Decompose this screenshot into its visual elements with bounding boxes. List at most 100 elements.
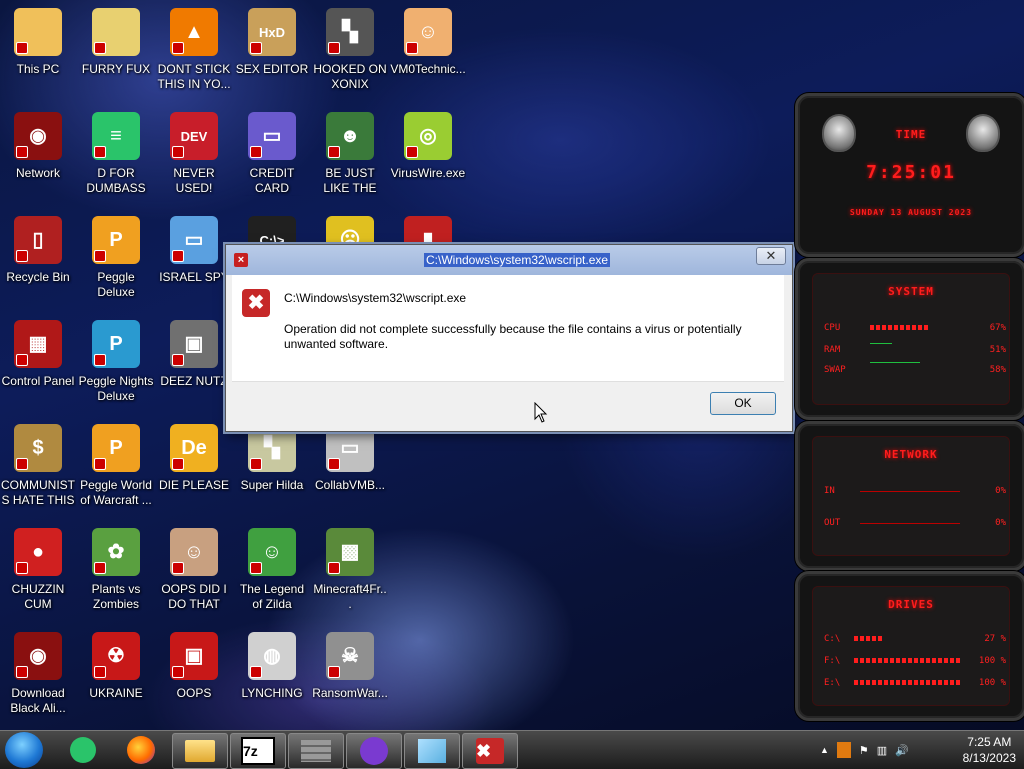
drive-e-value: 100 % xyxy=(978,678,1006,688)
shortcut-arrow-icon xyxy=(16,354,28,366)
taskbar-notepad2-icon[interactable] xyxy=(404,733,460,769)
drive-c-bar xyxy=(854,636,884,641)
desktop-icon[interactable]: ▚ HOOKED ON XONIX xyxy=(312,2,388,106)
desktop-icon[interactable]: ◉ Download Black Ali... xyxy=(0,626,76,730)
desktop-icon[interactable]: P Peggle Deluxe xyxy=(78,210,154,314)
desktop-icon[interactable]: ▯ Recycle Bin xyxy=(0,210,76,314)
app-icon: ▣ xyxy=(170,320,218,368)
tray-network-icon[interactable]: ▥ xyxy=(877,744,887,757)
desktop-icon-label: Peggle Deluxe xyxy=(97,270,135,299)
desktop-icon[interactable]: ● CHUZZIN CUM xyxy=(0,522,76,626)
shortcut-arrow-icon xyxy=(172,250,184,262)
shortcut-arrow-icon xyxy=(16,666,28,678)
drives-gadget[interactable]: DRIVES C:\ 27 % F:\ 100 % E:\ 100 % xyxy=(795,571,1024,721)
desktop-icon[interactable]: FURRY FUX xyxy=(78,2,154,106)
ram-value: 51% xyxy=(989,345,1006,355)
app-icon: ✿ xyxy=(92,528,140,576)
desktop-icon[interactable]: ▭ CREDIT CARD CHECKER xyxy=(234,106,310,210)
shortcut-arrow-icon xyxy=(172,354,184,366)
desktop-icon-label: SEX EDITOR xyxy=(235,62,309,76)
net-in-label: IN xyxy=(824,486,835,496)
desktop-icon[interactable]: P Peggle World of Warcraft ... xyxy=(78,418,154,522)
shortcut-arrow-icon xyxy=(16,146,28,158)
desktop-icon[interactable]: ▚ Super Hilda xyxy=(234,418,310,522)
taskbar-error-icon[interactable]: ✖ xyxy=(462,733,518,769)
desktop-icon[interactable]: ☺ OOPS DID I DO THAT xyxy=(156,522,232,626)
desktop-icon[interactable]: ✿ Plants vs Zombies xyxy=(78,522,154,626)
drive-c-value: 27 % xyxy=(984,634,1006,644)
app-icon: ▯ xyxy=(14,216,62,264)
desktop-icon[interactable]: P Peggle Nights Deluxe xyxy=(78,314,154,418)
desktop-icon[interactable]: ▩ Minecraft4Fr... xyxy=(312,522,388,626)
desktop-icon[interactable]: ☠ RansomWar... xyxy=(312,626,388,730)
desktop-icon[interactable]: ▣ DEEZ NUTZ xyxy=(156,314,232,418)
desktop-icon[interactable]: ◎ VirusWire.exe xyxy=(390,106,466,210)
taskbar-7zip-icon[interactable]: 7z xyxy=(230,733,286,769)
app-icon: ◍ xyxy=(248,632,296,680)
error-icon: ✖ xyxy=(242,289,270,317)
start-button[interactable] xyxy=(5,732,43,768)
taskbar-firefox-icon[interactable] xyxy=(114,733,168,767)
app-icon: ☢ xyxy=(92,632,140,680)
clock[interactable]: 7:25 AM 8/13/2023 xyxy=(963,734,1016,766)
desktop-icon[interactable]: ▣ OOPS xyxy=(156,626,232,730)
system-gadget[interactable]: SYSTEM CPU 67% RAM 51% SWAP 58% xyxy=(795,258,1024,420)
desktop-icon[interactable]: De DIE PLEASE xyxy=(156,418,232,522)
dialog-body: ✖ C:\Windows\system32\wscript.exe Operat… xyxy=(232,275,784,381)
shortcut-arrow-icon xyxy=(16,562,28,574)
app-icon: P xyxy=(92,424,140,472)
desktop-icon[interactable]: ☺ VM0Technic... xyxy=(390,2,466,106)
network-gadget[interactable]: NETWORK IN 0% OUT 0% xyxy=(795,421,1024,571)
app-icon: ◉ xyxy=(14,632,62,680)
desktop-icon-label: CollabVMB... xyxy=(314,478,386,492)
desktop-icon-label: Recycle Bin xyxy=(6,270,70,284)
shortcut-arrow-icon xyxy=(328,146,340,158)
ok-button[interactable]: OK xyxy=(710,392,776,415)
shortcut-arrow-icon xyxy=(94,146,106,158)
desktop-icon[interactable]: ☺ The Legend of Zilda xyxy=(234,522,310,626)
time-title: TIME xyxy=(895,128,927,141)
taskbar-file-explorer-icon[interactable] xyxy=(172,733,228,769)
desktop-icon[interactable]: HxD SEX EDITOR xyxy=(234,2,310,106)
app-icon: ☺ xyxy=(404,8,452,56)
time-clock: 7:25:01 xyxy=(866,162,956,183)
ram-label: RAM xyxy=(824,345,841,355)
desktop-icon[interactable]: ▲ DONT STICK THIS IN YO... xyxy=(156,2,232,106)
desktop-icon[interactable]: ◍ LYNCHING xyxy=(234,626,310,730)
desktop-icon[interactable]: $ COMMUNISTS HATE THIS G... xyxy=(0,418,76,522)
app-icon: DEV xyxy=(170,112,218,160)
desktop-icon[interactable]: This PC xyxy=(0,2,76,106)
clock-date: 8/13/2023 xyxy=(962,751,1016,765)
app-icon: P xyxy=(92,216,140,264)
desktop-icon-label: HOOKED ON XONIX xyxy=(313,62,387,91)
desktop-icon[interactable]: ▭ ISRAEL SPY xyxy=(156,210,232,314)
tray-flag-icon[interactable]: ⚑ xyxy=(859,744,869,757)
desktop-icon-label: Control Panel xyxy=(1,374,75,388)
shortcut-arrow-icon xyxy=(94,354,106,366)
system-tray: ▲ ⚑ ▥ 🔊 xyxy=(820,731,909,769)
close-button[interactable]: ✕ xyxy=(756,247,786,265)
tray-volume-icon[interactable]: 🔊 xyxy=(895,744,909,757)
taskbar-notepad-icon[interactable] xyxy=(56,733,110,767)
app-icon: ▦ xyxy=(14,320,62,368)
desktop-icon[interactable]: ☢ UKRAINE xyxy=(78,626,154,730)
desktop-icon[interactable]: ≡ D FOR DUMBASS xyxy=(78,106,154,210)
tray-app-icon[interactable] xyxy=(836,742,851,758)
taskbar-firewall-icon[interactable] xyxy=(288,733,344,769)
desktop-icon[interactable]: DEV NEVER USED! xyxy=(156,106,232,210)
app-icon: ☺ xyxy=(170,528,218,576)
time-gadget[interactable]: TIME 7:25:01 SUNDAY 13 AUGUST 2023 xyxy=(795,93,1024,257)
cpu-label: CPU xyxy=(824,323,841,333)
dialog-footer: OK xyxy=(232,381,784,426)
shortcut-arrow-icon xyxy=(328,562,340,574)
taskbar-7zip-label: 7z xyxy=(241,737,275,765)
taskbar-tor-icon[interactable] xyxy=(346,733,402,769)
dialog-titlebar[interactable]: × C:\Windows\system32\wscript.exe ✕ xyxy=(226,245,792,275)
net-in-value: 0% xyxy=(995,486,1006,496)
desktop-icon[interactable]: ☻ BE JUST LIKE THE DUDE! xyxy=(312,106,388,210)
desktop-icon[interactable]: ◉ Network xyxy=(0,106,76,210)
tray-expand-arrow-icon[interactable]: ▲ xyxy=(820,745,829,755)
desktop-icon[interactable]: ▭ CollabVMB... xyxy=(312,418,388,522)
shortcut-arrow-icon xyxy=(328,666,340,678)
desktop-icon[interactable]: ▦ Control Panel xyxy=(0,314,76,418)
